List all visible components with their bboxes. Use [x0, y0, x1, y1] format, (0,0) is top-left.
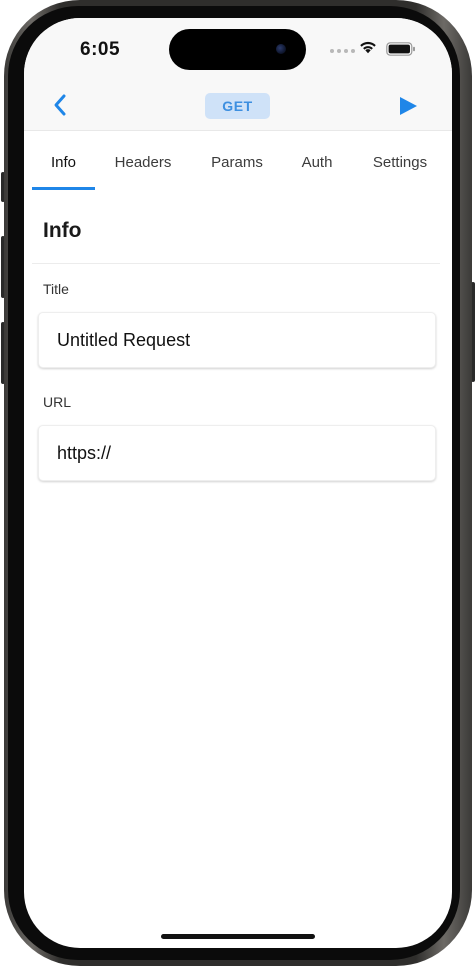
wifi-icon — [360, 41, 376, 54]
url-label: URL — [43, 394, 72, 410]
section-title: Info — [43, 219, 82, 242]
url-field[interactable] — [38, 425, 436, 481]
cellular-signal-icon — [330, 49, 355, 53]
chevron-left-icon[interactable] — [46, 90, 76, 120]
title-field[interactable] — [38, 312, 436, 368]
tab-info[interactable]: Info — [32, 131, 95, 191]
status-time: 6:05 — [80, 39, 121, 60]
tab-headers[interactable]: Headers — [108, 131, 178, 191]
navigation-bar: GET — [24, 80, 452, 131]
tab-auth[interactable]: Auth — [292, 131, 342, 191]
home-indicator[interactable] — [161, 934, 315, 939]
active-tab-indicator — [32, 187, 95, 190]
phone-device: 6:05 GET Info Headers Params Auth Settin… — [0, 0, 476, 966]
section-divider — [32, 263, 440, 264]
title-label: Title — [43, 281, 69, 297]
tab-params[interactable]: Params — [204, 131, 270, 191]
method-badge[interactable]: GET — [205, 93, 270, 119]
tab-settings[interactable]: Settings — [365, 131, 435, 191]
dynamic-island — [169, 29, 306, 70]
status-bar: 6:05 — [24, 18, 452, 80]
camera-icon — [276, 44, 286, 54]
battery-icon — [386, 42, 415, 56]
tab-bar: Info Headers Params Auth Settings — [24, 131, 452, 191]
play-icon[interactable] — [396, 94, 420, 118]
screen: 6:05 GET Info Headers Params Auth Settin… — [24, 18, 452, 948]
